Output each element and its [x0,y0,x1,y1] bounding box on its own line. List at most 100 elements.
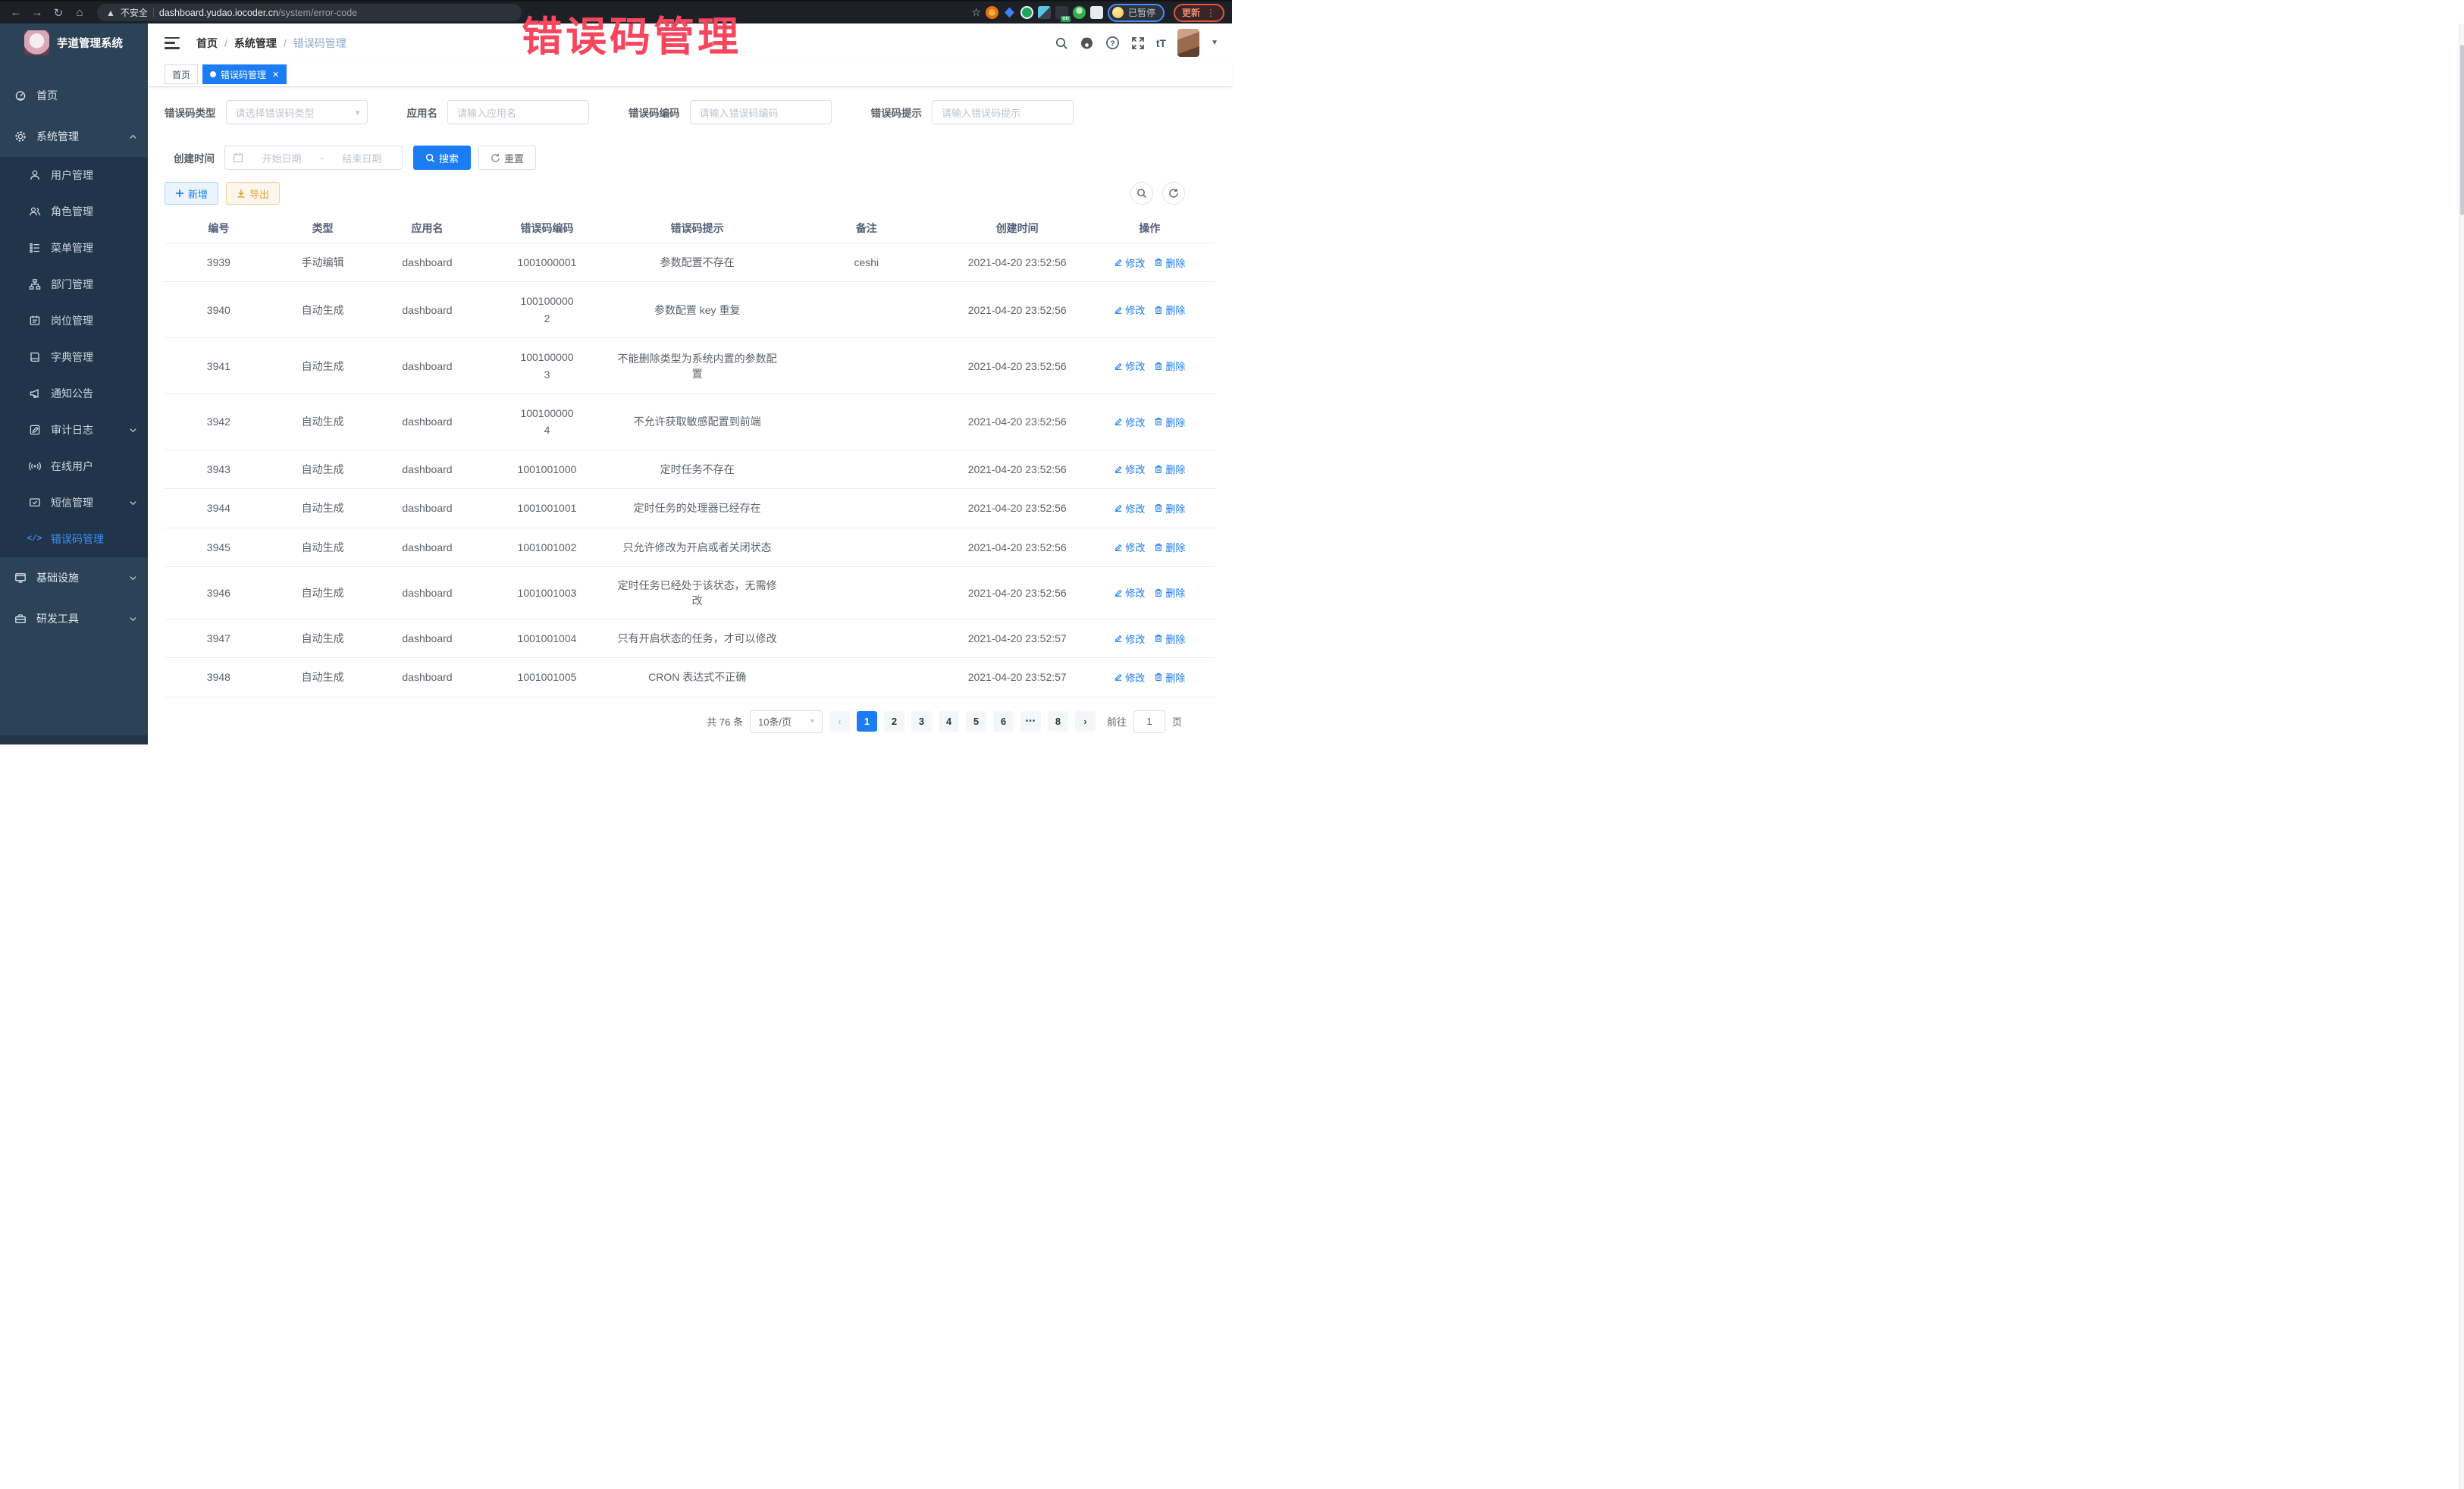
sidebar-bottom-strip [0,735,148,744]
refresh-table-icon-button[interactable] [1162,182,1185,205]
page-scrollbar[interactable] [2459,24,2464,1489]
sidebar-item-在线用户[interactable]: 在线用户 [0,448,148,484]
edit-row-link[interactable]: 修改 [1114,462,1145,476]
delete-row-link[interactable]: 删除 [1154,255,1185,270]
browser-menu-icon[interactable]: ⋮ [1206,8,1216,18]
app-name-input[interactable]: 请输入应用名 [447,100,589,124]
next-page-button[interactable]: › [1075,711,1096,732]
show-search-icon-button[interactable] [1130,182,1153,205]
page-button-6[interactable]: 6 [993,711,1014,732]
edit-row-link[interactable]: 修改 [1114,501,1145,516]
error-code-input[interactable]: 请输入错误码编码 [690,100,832,124]
sidebar-item-字典管理[interactable]: 字典管理 [0,339,148,375]
header-search-icon[interactable] [1055,36,1068,50]
error-msg-input[interactable]: 请输入错误码提示 [932,100,1074,124]
extension-icon-puzzle[interactable] [1090,6,1103,19]
browser-update-button[interactable]: 更新 ⋮ [1174,4,1224,22]
profile-chip-label: 已暂停 [1128,6,1155,19]
extension-icon-squares[interactable] [1038,6,1051,19]
sidebar-item-审计日志[interactable]: 审计日志 [0,412,148,448]
pagination: 共 76 条10条/页▾‹123456•••8›前往1页 [165,710,1215,733]
sidebar-item-错误码管理[interactable]: </>错误码管理 [0,521,148,557]
goto-page-input[interactable]: 1 [1133,710,1165,733]
sidebar-toggle-icon[interactable] [165,37,180,49]
sidebar-item-研发工具[interactable]: 研发工具 [0,598,148,639]
delete-row-link[interactable]: 删除 [1154,303,1185,317]
delete-row-link[interactable]: 删除 [1154,585,1185,600]
extension-icon-blue-gem[interactable] [1003,6,1016,19]
date-range-picker[interactable]: 开始日期 - 结束日期 [224,146,403,170]
table-row: 3947自动生成dashboard1001001004只有开启状态的任务，才可以… [165,619,1215,657]
tag-view-错误码管理[interactable]: 错误码管理✕ [202,64,287,84]
edit-row-link[interactable]: 修改 [1114,585,1145,600]
edit-row-link[interactable]: 修改 [1114,359,1145,373]
address-bar[interactable]: ▲ 不安全 dashboard.yudao.iocoder.cn/system/… [97,4,522,21]
delete-row-link[interactable]: 删除 [1154,359,1185,373]
browser-reload-icon[interactable]: ↻ [50,5,67,21]
profile-chip[interactable]: 已暂停 [1108,4,1165,22]
breadcrumb-item-首页[interactable]: 首页 [196,36,218,51]
sidebar-item-基础设施[interactable]: 基础设施 [0,557,148,598]
edit-row-link[interactable]: 修改 [1114,255,1145,270]
github-icon[interactable] [1080,36,1094,50]
delete-row-link[interactable]: 删除 [1154,540,1185,554]
delete-row-link[interactable]: 删除 [1154,670,1185,685]
search-button[interactable]: 搜索 [413,146,471,170]
edit-row-link[interactable]: 修改 [1114,540,1145,554]
page-button-4[interactable]: 4 [939,711,959,732]
sidebar-item-label: 研发工具 [36,611,119,626]
sidebar-item-岗位管理[interactable]: 岗位管理 [0,303,148,339]
page-button-2[interactable]: 2 [884,711,904,732]
prev-page-button[interactable]: ‹ [829,711,850,732]
tag-view-首页[interactable]: 首页 [165,64,198,84]
edit-row-link[interactable]: 修改 [1114,303,1145,317]
sidebar-item-通知公告[interactable]: 通知公告 [0,375,148,412]
browser-forward-icon[interactable]: → [29,5,45,21]
goto-label: 前往 [1107,714,1127,729]
cell-time: 2021-04-20 23:52:56 [951,528,1084,566]
page-button-5[interactable]: 5 [966,711,986,732]
page-size-select[interactable]: 10条/页▾ [750,710,823,733]
bookmark-star-icon[interactable]: ☆ [971,6,981,19]
delete-row-link[interactable]: 删除 [1154,462,1185,476]
page-button-3[interactable]: 3 [911,711,932,732]
sidebar-item-首页[interactable]: 首页 [0,75,148,116]
sidebar-item-菜单管理[interactable]: 菜单管理 [0,230,148,266]
page-button-1[interactable]: 1 [857,711,877,732]
delete-row-link[interactable]: 删除 [1154,415,1185,429]
help-icon[interactable]: ? [1105,36,1120,50]
font-size-icon[interactable]: tT [1156,37,1166,49]
export-button[interactable]: 导出 [226,182,280,205]
cell-code: 1001001003 [482,566,613,619]
close-tag-icon[interactable]: ✕ [272,70,279,80]
browser-home-icon[interactable]: ⌂ [71,5,88,21]
extension-icon-dark-on[interactable]: on [1055,6,1068,19]
edit-row-link[interactable]: 修改 [1114,632,1145,646]
reset-button[interactable]: 重置 [478,146,536,170]
breadcrumb-item-系统管理[interactable]: 系统管理 [234,36,277,51]
delete-row-link[interactable]: 删除 [1154,632,1185,646]
delete-row-link[interactable]: 删除 [1154,501,1185,516]
user-menu-caret-icon[interactable]: ▼ [1211,39,1218,47]
more-pages-button[interactable]: ••• [1020,711,1041,732]
extension-icon-green-v[interactable] [1020,6,1033,19]
user-avatar[interactable] [1177,29,1199,57]
sidebar-item-系统管理[interactable]: 系统管理 [0,116,148,157]
sidebar-item-用户管理[interactable]: 用户管理 [0,157,148,193]
edit-row-link[interactable]: 修改 [1114,415,1145,429]
fullscreen-icon[interactable] [1131,36,1145,50]
page-button-8[interactable]: 8 [1048,711,1068,732]
sidebar-item-角色管理[interactable]: 角色管理 [0,193,148,230]
error-type-select[interactable]: 请选择错误码类型 ▾ [226,100,368,124]
add-button[interactable]: 新增 [165,182,218,205]
scrollbar-thumb[interactable] [2460,45,2464,215]
browser-back-icon[interactable]: ← [8,5,24,21]
extension-icon-orange[interactable] [986,6,998,19]
cell-memo [782,566,951,619]
chevron-up-icon [129,133,137,141]
extension-icon-green-person[interactable] [1073,6,1086,19]
sidebar-logo-row[interactable]: 芋道管理系统 [0,24,148,61]
edit-row-link[interactable]: 修改 [1114,670,1145,685]
sidebar-item-短信管理[interactable]: 短信管理 [0,484,148,521]
sidebar-item-部门管理[interactable]: 部门管理 [0,266,148,303]
